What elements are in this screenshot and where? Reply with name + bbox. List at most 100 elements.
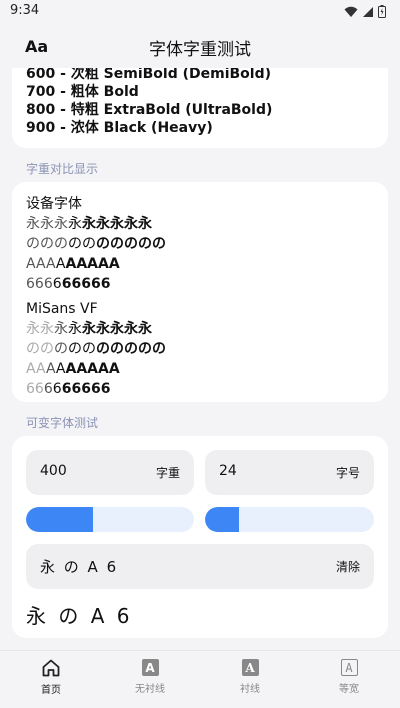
nav-label-home: 首页 [41,685,61,696]
nav-item-mono[interactable]: A 等宽 [314,659,384,695]
glyph: 永 [68,321,82,337]
glyph: A [35,361,46,377]
glyph: 永 [110,216,124,232]
serif-font-icon: A [241,659,259,676]
glyph: A [87,256,99,272]
glyph-row: 永永永永永永永永永 [26,214,388,234]
glyph: A [45,361,56,377]
glyph: 永 [54,216,68,232]
glyph: 6 [81,276,91,292]
glyph: 永 [40,216,54,232]
glyph: 6 [26,381,35,397]
glyph: 6 [71,276,82,292]
glyph: 6 [34,276,44,292]
status-time: 9:34 [10,3,40,18]
glyph: 6 [90,381,101,397]
weight-slider[interactable] [26,507,194,532]
glyph: 6 [52,276,62,292]
glyph: 永 [110,321,124,337]
compare-card: 设备字体 永永永永永永永永永 のののののののののの AAAAAAAAA 6666666… [12,182,388,402]
nav-label-mono: 等宽 [339,684,359,695]
glyph: 永 [40,321,54,337]
glyph: 6 [61,381,72,397]
mono-font-icon: A [340,659,358,676]
glyph: の [68,236,82,252]
device-font-rows: 永永永永永永永永永 のののののののののの AAAAAAAAA 666666666 [12,214,388,294]
size-input[interactable]: 24 字号 [205,450,374,495]
glyph: 6 [52,381,62,397]
glyph: 永 [124,321,138,337]
weight-line: 800 - 特粗 ExtraBold (UltraBold) [26,102,273,118]
weight-input[interactable]: 400 字重 [26,450,194,495]
glyph: 6 [90,276,101,292]
glyph: A [76,361,88,377]
status-icons [344,5,386,18]
glyph: 6 [43,381,53,397]
glyph-row: AAAAAAAAA [26,359,388,379]
glyph: 6 [34,381,44,397]
glyph: 永 [96,216,110,232]
preview-text: 永 の A 6 [40,558,119,576]
sans-font-icon: A [141,659,159,676]
glyph-row: のののののののののの [26,234,388,254]
glyph-row: AAAAAAAAA [26,254,388,274]
page-title: 字体字重测试 [149,40,251,60]
glyph: の [124,341,138,357]
glyph: 永 [26,321,40,337]
glyph: の [152,341,166,357]
glyph: の [26,236,40,252]
size-slider[interactable] [205,507,374,532]
misans-font-rows: 永永永永永永永永永 のののののののののの AAAAAAAAA 666666666 [12,319,388,399]
glyph: の [96,341,110,357]
glyph: A [65,361,77,377]
status-bar: 9:34 [0,0,400,26]
glyph: の [82,341,96,357]
glyph: 永 [54,321,68,337]
app-bar: Aa 字体字重测试 [0,26,400,68]
glyph: の [40,236,54,252]
home-icon [42,659,60,677]
glyph: A [98,361,109,377]
glyph: A [45,256,56,272]
glyph: の [110,341,124,357]
nav-item-home[interactable]: 首页 [16,659,86,696]
size-slider-fill [205,507,239,532]
compare-section-label: 字重对比显示 [26,162,99,176]
clear-button[interactable]: 清除 [336,558,360,575]
glyph: A [87,361,99,377]
weight-value: 400 [40,463,67,479]
size-unit-label: 字号 [335,466,360,480]
wifi-icon [344,6,358,17]
glyph: 永 [124,216,138,232]
glyph: A [108,256,120,272]
glyph: の [54,236,68,252]
nav-label-sans: 无衬线 [135,684,165,695]
glyph-row: のののののののののの [26,339,388,359]
glyph: A [26,361,36,377]
glyph: A [76,256,88,272]
variable-section-label: 可变字体测试 [26,416,99,430]
glyph: A [65,256,77,272]
weights-card: 600 - 次粗 SemiBold (DemiBold) 700 - 粗体 Bol… [12,68,388,148]
glyph: 永 [68,216,82,232]
glyph: A [108,361,120,377]
glyph: の [152,236,166,252]
glyph: の [26,341,40,357]
glyph-row: 666666666 [26,379,388,399]
misans-font-title: MiSans VF [26,301,98,317]
nav-item-serif[interactable]: A 衬线 [215,659,285,695]
weight-line: 900 - 浓体 Black (Heavy) [26,120,213,136]
glyph: 6 [81,381,91,397]
weight-unit-label: 字重 [155,466,180,480]
glyph: の [96,236,110,252]
signal-icon [363,6,373,17]
nav-item-sans[interactable]: A 无衬线 [115,659,185,695]
preview-input[interactable]: 永 の A 6 清除 [26,544,374,589]
glyph: の [124,236,138,252]
glyph: 永 [138,216,152,232]
variable-card: 400 字重 24 字号 永 の A 6 清除 永 の A 6 [12,436,388,638]
glyph: 永 [26,216,40,232]
bottom-nav: 首页 A 无衬线 A 衬线 A 等宽 [0,650,400,708]
weights-list: 600 - 次粗 SemiBold (DemiBold) 700 - 粗体 Bol… [26,68,272,137]
glyph: A [35,256,46,272]
